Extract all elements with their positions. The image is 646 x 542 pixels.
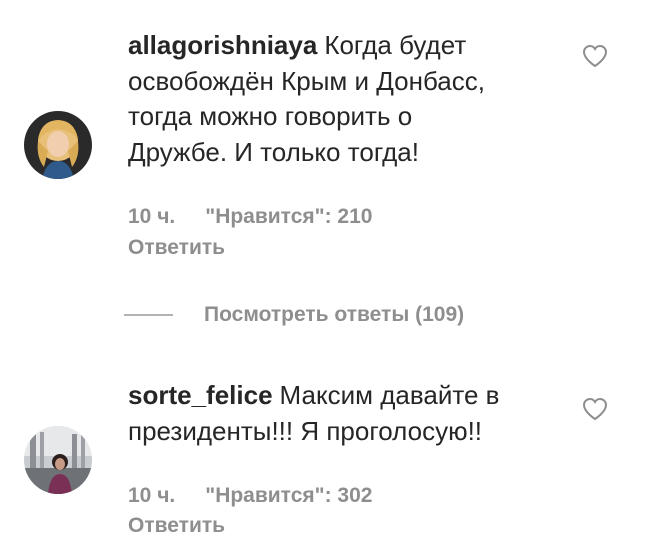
comment-time[interactable]: 10 ч. <box>128 205 175 228</box>
divider-line <box>124 314 173 316</box>
comment-likes-count[interactable]: "Нравится": 302 <box>205 484 372 507</box>
heart-outline-icon <box>582 44 608 68</box>
comment-username[interactable]: sorte_felice <box>128 380 273 410</box>
comment-body-line: освобождён Крым и Донбасс, <box>128 65 485 96</box>
comment-time[interactable]: 10 ч. <box>128 484 175 507</box>
comment-likes-count[interactable]: "Нравится": 210 <box>205 205 372 228</box>
avatar[interactable] <box>24 111 92 179</box>
avatar-photo-icon <box>24 111 92 179</box>
like-button[interactable] <box>582 44 608 68</box>
like-button[interactable] <box>582 397 608 421</box>
view-replies-label: Посмотреть ответы (109) <box>204 303 465 326</box>
comment-body-line: тогда можно говорить о <box>128 101 413 131</box>
comment-text: allagorishniaya Когда будет освобождён Кр… <box>128 28 558 170</box>
reply-button[interactable]: Ответить <box>128 514 225 538</box>
reply-button[interactable]: Ответить <box>128 236 225 260</box>
comment-text: sorte_felice Максим давайте в президенты!… <box>128 378 558 449</box>
avatar-photo-icon <box>24 426 92 494</box>
comment-body-line: Когда будет <box>324 30 467 60</box>
comment-meta: 10 ч. "Нравится": 302 <box>128 484 372 508</box>
comment-body-line: Дружбе. И только тогда! <box>128 136 419 167</box>
comment-body-line: президенты!!! Я проголосую!! <box>128 415 483 446</box>
view-replies-button[interactable]: Посмотреть ответы (109) <box>124 300 464 330</box>
heart-outline-icon <box>582 397 608 421</box>
avatar[interactable] <box>24 426 92 494</box>
comment-meta: 10 ч. "Нравится": 210 <box>128 205 372 229</box>
comment-username[interactable]: allagorishniaya <box>128 30 317 60</box>
comment-body-line: Максим давайте в <box>279 380 500 410</box>
